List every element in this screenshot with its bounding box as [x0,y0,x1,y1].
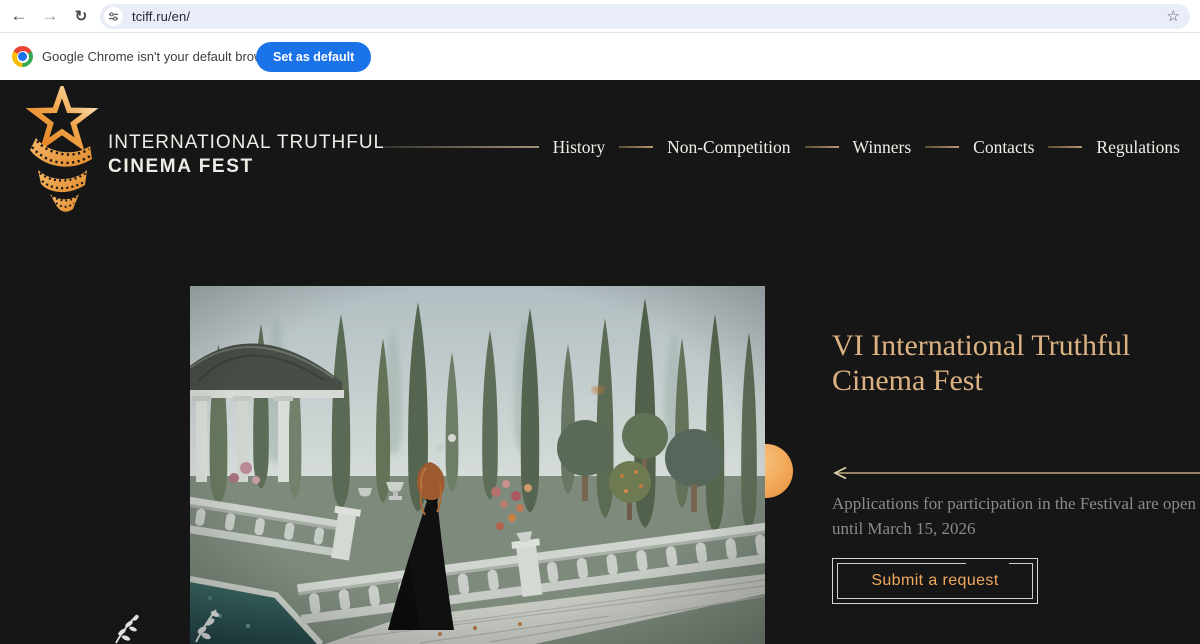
forward-icon[interactable]: → [37,3,63,29]
bookmark-star-icon[interactable]: ☆ [1167,7,1180,25]
nav-item-contacts[interactable]: Contacts [973,137,1034,158]
nav-divider-line [1048,146,1082,148]
default-browser-banner: Google Chrome isn't your default browser… [0,34,1200,80]
festival-logo[interactable] [16,86,106,212]
tune-icon [108,11,119,22]
wordmark-line2: CINEMA FEST [108,156,385,178]
browser-window: ← → ↻ tciff.ru/en/ ☆ Google Chrome isn't… [0,0,1200,644]
back-icon[interactable]: ← [6,3,32,29]
submit-request-label: Submit a request [833,559,1037,603]
hero-image [190,286,765,644]
nav-divider-line [619,146,653,148]
nav-item-regulations[interactable]: Regulations [1096,137,1180,158]
prev-slide-arrow-icon[interactable] [832,466,1200,480]
star-icon [34,90,91,144]
hero-title-line1: VI International Truthful [832,328,1130,363]
hero-title-line2: Cinema Fest [832,363,1130,398]
application-note-line2: until March 15, 2026 [832,516,1196,541]
reload-icon[interactable]: ↻ [68,3,94,29]
browser-toolbar: ← → ↻ tciff.ru/en/ ☆ [0,0,1200,33]
application-note-line1: Applications for participation in the Fe… [832,491,1196,516]
hero-title: VI International Truthful Cinema Fest [832,328,1130,398]
banner-message: Google Chrome isn't your default browser [42,49,281,64]
site-info-icon[interactable] [104,7,123,26]
submit-request-button[interactable]: Submit a request [832,558,1038,604]
twig-decoration [110,612,142,644]
nav-divider-line [925,146,959,148]
nav-item-non-competition[interactable]: Non-Competition [667,137,790,158]
chrome-logo-icon [12,46,33,67]
page-content: INTERNATIONAL TRUTHFUL CINEMA FEST Histo… [0,80,1200,644]
site-wordmark[interactable]: INTERNATIONAL TRUTHFUL CINEMA FEST [108,132,385,178]
application-note: Applications for participation in the Fe… [832,491,1196,541]
nav-item-history[interactable]: History [553,137,606,158]
address-bar[interactable]: tciff.ru/en/ ☆ [100,4,1190,29]
set-as-default-button[interactable]: Set as default [256,42,371,72]
url-text[interactable]: tciff.ru/en/ [132,9,190,24]
wordmark-line1: INTERNATIONAL TRUTHFUL [108,132,385,154]
nav-divider-line [383,146,539,148]
main-nav: History Non-Competition Winners Contacts… [383,137,1180,157]
nav-divider-line [805,146,839,148]
chrome-logo-center [18,52,27,61]
nav-item-winners[interactable]: Winners [853,137,912,158]
